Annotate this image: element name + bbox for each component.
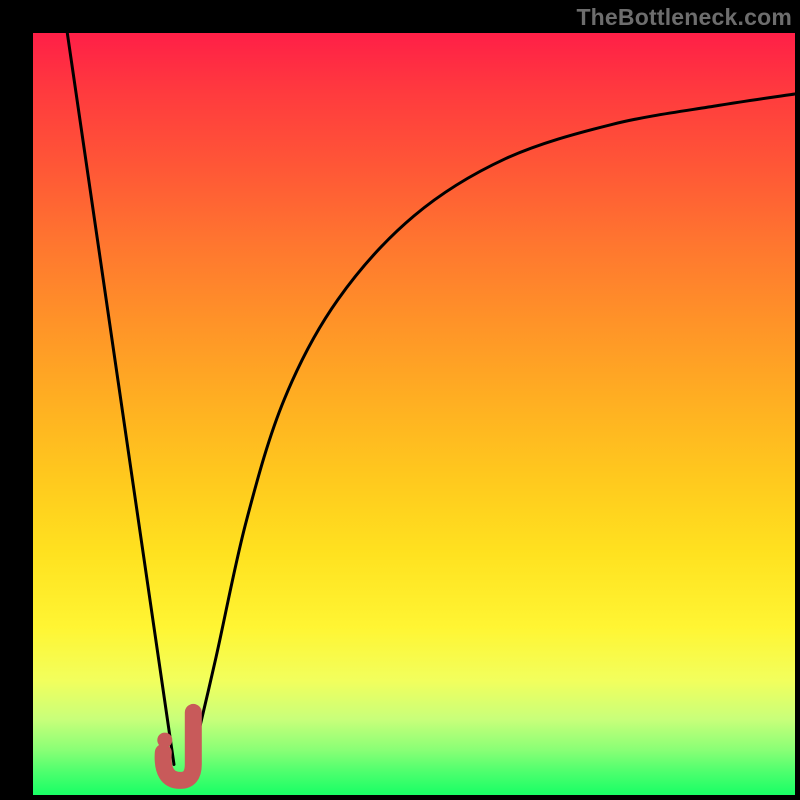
curve-left-branch: [67, 33, 174, 765]
curve-right-branch: [189, 94, 795, 772]
marker-j: [157, 712, 193, 780]
chart-frame: TheBottleneck.com: [0, 0, 800, 800]
plot-area: [33, 33, 795, 795]
chart-svg: [33, 33, 795, 795]
watermark-text: TheBottleneck.com: [576, 4, 792, 31]
